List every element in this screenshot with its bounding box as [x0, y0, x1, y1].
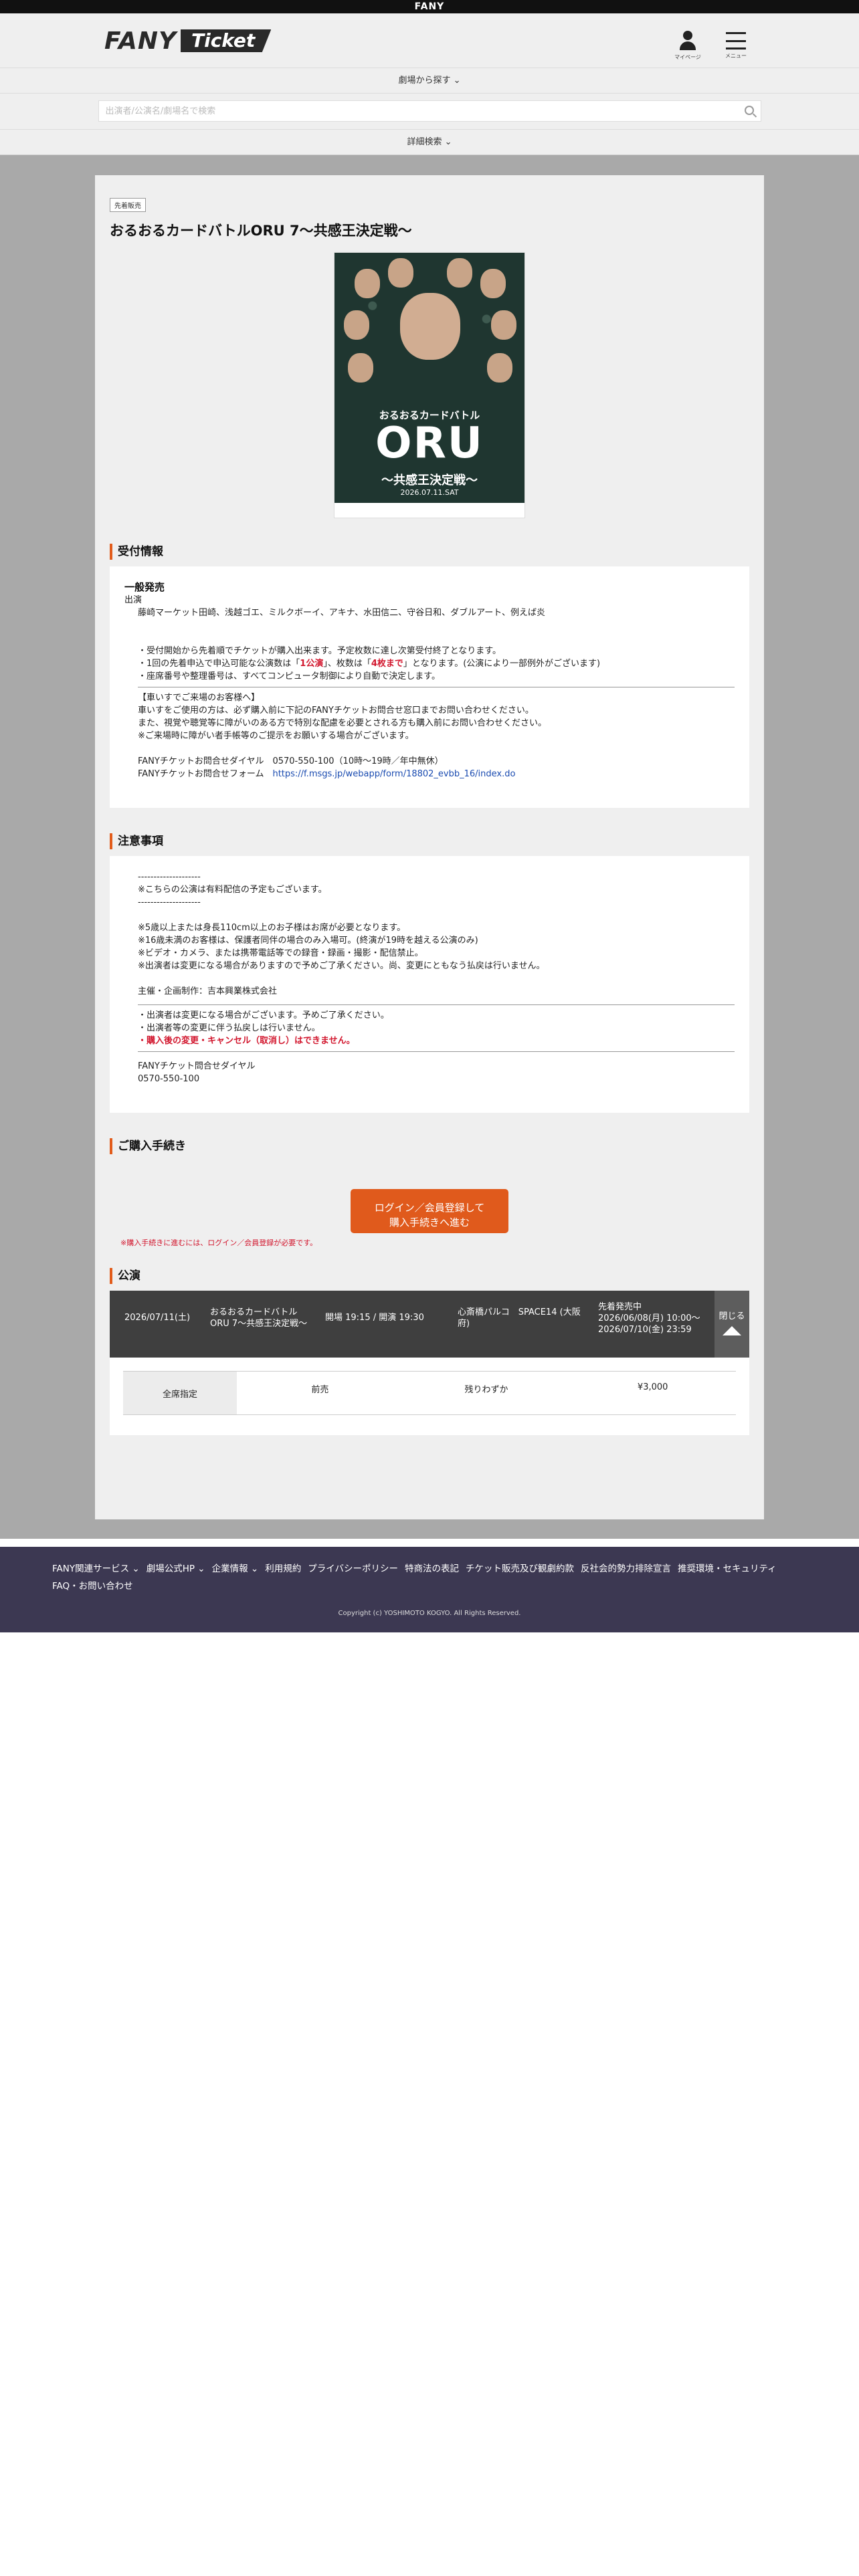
mypage-button[interactable]: マイページ: [668, 31, 708, 61]
footer-link[interactable]: 推奨環境・セキュリティ: [678, 1560, 777, 1578]
advanced-search-toggle[interactable]: 詳細検索 ⌄: [0, 130, 859, 155]
menu-button[interactable]: メニュー: [716, 31, 756, 60]
top-brand-text: FANY: [414, 1, 445, 12]
caution-2: ・出演者等の変更に伴う払戻しは行いません。: [138, 1023, 320, 1033]
search-icon[interactable]: [744, 106, 754, 115]
purchase-button-line2: 購入手続きへ進む: [389, 1216, 470, 1228]
notes-age-2: ※16歳未満のお客様は、保護者同伴の場合のみ入場可。(終演が19時を越える公演の…: [138, 936, 478, 946]
performance-heading: 公演: [110, 1268, 749, 1284]
dial-label: FANYチケット問合せダイヤル: [138, 1061, 256, 1071]
seat-presale: 前売: [311, 1385, 329, 1395]
notes-separator-bottom: --------------------: [138, 897, 201, 907]
purchase-heading: ご購入手続き: [110, 1138, 749, 1154]
hamburger-icon: [726, 32, 746, 49]
footer-link[interactable]: チケット販売及び観劇約款: [466, 1560, 574, 1578]
footer-link[interactable]: プライバシーポリシー: [308, 1560, 398, 1578]
reception-heading: 受付情報: [110, 544, 749, 560]
notes-heading: 注意事項: [110, 833, 749, 849]
event-poster-image: おるおるカードバトル ORU 〜共感王決定戦〜 2026.07.11.SAT: [334, 252, 525, 518]
notes-cast-change: ※出演者は変更になる場合がありますので予めご了承ください。尚、変更にともなう払戻…: [138, 961, 545, 971]
search-box: [98, 100, 761, 122]
performance-times: 開場 19:15 / 開演 19:30: [325, 1313, 424, 1323]
footer-link[interactable]: 利用規約: [265, 1560, 301, 1578]
reception-panel: 一般発売 出演 藤崎マーケット田崎、浅越ゴエ、ミルクボーイ、アキナ、水田信二、守…: [110, 566, 749, 808]
footer-link[interactable]: FANY関連サービス ⌄: [52, 1560, 140, 1578]
seat-type: 全席指定: [123, 1372, 237, 1414]
fany-ticket-logo[interactable]: FANY Ticket: [104, 27, 272, 55]
cast-list: 藤崎マーケット田崎、浅越ゴエ、ミルクボーイ、アキナ、水田信二、守谷日和、ダブルア…: [138, 608, 546, 618]
caution-no-cancel: ・購入後の変更・キャンセル（取消し）はできません。: [138, 1036, 355, 1046]
copyright: Copyright (c) YOSHIMOTO KOGYO. All Right…: [338, 1610, 521, 1617]
performance-name: おるおるカードバトル ORU 7〜共感王決定戦〜: [210, 1307, 308, 1329]
site-header: FANY Ticket マイページ メニュー: [0, 13, 859, 68]
footer-link[interactable]: 企業情報 ⌄: [212, 1560, 259, 1578]
purchase-note: ※購入手続きに進むには、ログイン／会員登録が必要です。: [120, 1239, 318, 1247]
poster-date: 2026.07.11.SAT: [400, 488, 459, 497]
sale-type-heading: 一般発売: [124, 581, 165, 593]
login-purchase-button[interactable]: ログイン／会員登録して 購入手続きへ進む: [351, 1189, 508, 1233]
search-input[interactable]: [98, 101, 761, 121]
mypage-label: マイページ: [674, 54, 701, 60]
footer-link[interactable]: 特商法の表記: [405, 1560, 459, 1578]
notes-recording: ※ビデオ・カメラ、または携帯電話等での録音・録画・撮影・配信禁止。: [138, 948, 423, 958]
notes-stream: ※こちらの公演は有料配信の予定もございます。: [138, 885, 327, 895]
wheelchair-title: 【車いすでご来場のお客様へ】: [138, 693, 260, 703]
wheelchair-note-3: ※ご来場時に障がい者手帳等のご提示をお願いする場合がございます。: [138, 731, 414, 741]
cast-label: 出演: [124, 595, 142, 605]
content-background: 先着販売 おるおるカードバトルORU 7〜共感王決定戦〜 おるおるカードバトル …: [0, 155, 859, 1539]
performance-date: 2026/07/11(土): [124, 1313, 191, 1323]
footer-link[interactable]: 反社会的勢力排除宣言: [581, 1560, 671, 1578]
triangle-up-icon: [723, 1326, 741, 1335]
sale-type-badge: 先着販売: [110, 198, 146, 212]
contact-form: FANYチケットお問合せフォーム https://f.msgs.jp/webap…: [138, 769, 516, 779]
rule-seats: ・座席番号や整理番号は、すべてコンピュータ制御により自動で決定します。: [138, 671, 441, 681]
notes-separator-top: --------------------: [138, 872, 201, 882]
search-row: [0, 94, 859, 130]
seat-availability: 残りわずか: [464, 1385, 508, 1395]
caution-1: ・出演者は変更になる場合がございます。予めご了承ください。: [138, 1010, 389, 1021]
dial-number: 0570-550-100: [138, 1074, 200, 1084]
rule-first-come: ・受付開始から先着順でチケットが購入出来ます。予定枚数に達し次第受付終了となりま…: [138, 646, 502, 656]
contact-form-link[interactable]: https://f.msgs.jp/webapp/form/18802_evbb…: [272, 769, 515, 779]
user-icon: [678, 31, 697, 51]
footer-links: FANY関連サービス ⌄ 劇場公式HP ⌄ 企業情報 ⌄ 利用規約 プライバシー…: [52, 1560, 815, 1595]
purchase-button-line1: ログイン／会員登録して: [374, 1201, 485, 1214]
find-by-theater-dropdown[interactable]: 劇場から探す ⌄: [0, 68, 859, 94]
footer-link[interactable]: 劇場公式HP ⌄: [147, 1560, 205, 1578]
footer-link[interactable]: FAQ・お問い合わせ: [52, 1578, 133, 1595]
top-brand-bar: FANY: [0, 0, 859, 13]
seat-price: ¥3,000: [637, 1382, 668, 1392]
seat-table: 全席指定 前売 残りわずか ¥3,000: [110, 1358, 749, 1435]
site-footer: FANY関連サービス ⌄ 劇場公式HP ⌄ 企業情報 ⌄ 利用規約 プライバシー…: [0, 1547, 859, 1632]
contact-dial: FANYチケットお問合せダイヤル 0570-550-100（10時〜19時／年中…: [138, 756, 444, 766]
wheelchair-note-1: 車いすをご使用の方は、必ず購入前に下記のFANYチケットお問合せ窓口までお問い合…: [138, 706, 534, 716]
poster-theme: 〜共感王決定戦〜: [381, 473, 478, 488]
notes-panel: -------------------- ※こちらの公演は有料配信の予定もござい…: [110, 856, 749, 1113]
event-detail-card: 先着販売 おるおるカードバトルORU 7〜共感王決定戦〜 おるおるカードバトル …: [95, 175, 764, 1519]
wheelchair-note-2: また、視覚や聴覚等に障がいのある方で特別な配慮を必要とされる方も購入前にお問い合…: [138, 718, 547, 728]
collapse-button[interactable]: 閉じる: [714, 1291, 749, 1358]
notes-organizer: 主催・企画制作：吉本興業株式会社: [138, 986, 278, 996]
collapse-label: 閉じる: [719, 1311, 745, 1321]
logo-ticket-text: Ticket: [181, 29, 272, 52]
event-title: おるおるカードバトルORU 7〜共感王決定戦〜: [110, 223, 412, 239]
menu-label: メニュー: [725, 53, 747, 59]
performance-sale-period: 先着発売中 2026/06/08(月) 10:00〜 2026/07/10(金)…: [598, 1302, 700, 1335]
logo-fany-text: FANY: [104, 27, 177, 55]
rule-limits: ・1回の先着申込で申込可能な公演数は「1公演」、枚数は「4枚まで」となります。(…: [138, 659, 601, 669]
performance-row[interactable]: 2026/07/11(土) おるおるカードバトル ORU 7〜共感王決定戦〜 開…: [110, 1291, 749, 1358]
notes-age-1: ※5歳以上または身長110cm以上のお子様はお席が必要となります。: [138, 923, 406, 933]
table-row: 全席指定 前売 残りわずか ¥3,000: [123, 1371, 736, 1415]
performance-venue: 心斎橋パルコ SPACE14 (大阪 府): [458, 1307, 581, 1329]
poster-title: ORU: [375, 419, 484, 468]
